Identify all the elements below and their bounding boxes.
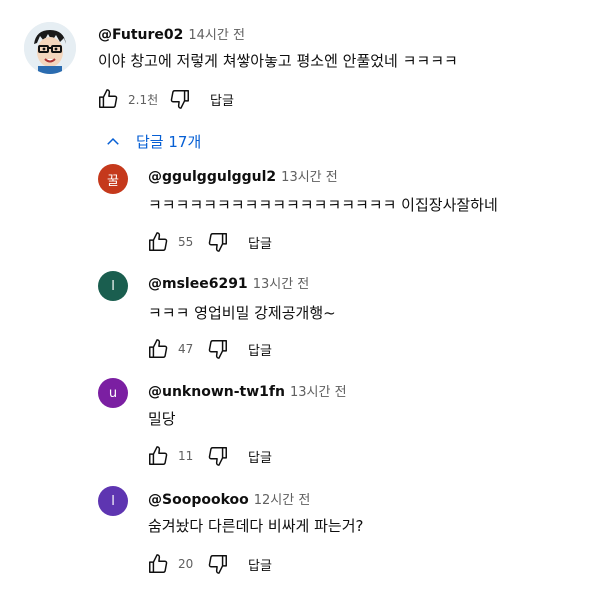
replies-toggle-label: 답글 17개 <box>136 133 202 151</box>
reply-text: ㅋㅋㅋ 영업비밀 강제공개행~ <box>148 304 336 322</box>
cartoon-avatar-icon <box>24 22 76 74</box>
dislike-button[interactable] <box>206 337 230 361</box>
comment-actions: 2.1천 답글 <box>96 87 234 111</box>
like-count: 20 <box>178 557 194 571</box>
dislike-button[interactable] <box>206 552 230 576</box>
thumbs-down-icon <box>208 233 227 252</box>
reply-button[interactable]: 답글 <box>210 90 234 109</box>
like-button[interactable] <box>146 337 170 361</box>
avatar-letter: u <box>108 385 118 401</box>
reply-header: @Soopookoo 12시간 전 <box>148 489 310 508</box>
comment-time[interactable]: 14시간 전 <box>188 28 245 43</box>
avatar[interactable]: l <box>98 271 128 301</box>
reply-actions: 47 답글 <box>146 337 272 361</box>
avatar-letter: l <box>111 278 115 294</box>
like-count: 11 <box>178 449 194 463</box>
reply-button[interactable]: 답글 <box>248 555 272 574</box>
like-button[interactable] <box>146 230 170 254</box>
reply-text: 숨겨놨다 다른데다 비싸게 파는거? <box>148 517 364 535</box>
dislike-button[interactable] <box>168 87 192 111</box>
reply-actions: 11 답글 <box>146 444 272 468</box>
thumbs-down-icon <box>208 447 227 466</box>
avatar-letter: l <box>111 493 115 509</box>
reply-button[interactable]: 답글 <box>248 340 272 359</box>
comment-author[interactable]: @Future02 <box>98 27 183 43</box>
like-count: 55 <box>178 235 194 249</box>
thumbs-up-icon <box>149 446 168 465</box>
reply-author[interactable]: @ggulggulggul2 <box>148 169 276 185</box>
like-count: 2.1천 <box>128 92 159 107</box>
avatar-letter: 꿀 <box>107 173 119 189</box>
reply-author[interactable]: @Soopookoo <box>148 492 249 508</box>
thumbs-up-icon <box>149 339 168 358</box>
avatar[interactable]: u <box>98 378 128 408</box>
reply-time[interactable]: 13시간 전 <box>253 277 310 292</box>
reply-header: @unknown-tw1fn 13시간 전 <box>148 381 347 400</box>
dislike-button[interactable] <box>206 444 230 468</box>
reply-button[interactable]: 답글 <box>248 447 272 466</box>
thumbs-up-icon <box>149 232 168 251</box>
reply-button[interactable]: 답글 <box>248 233 272 252</box>
comment-header: @Future02 14시간 전 <box>98 24 245 43</box>
thumbs-up-icon <box>149 554 168 573</box>
dislike-button[interactable] <box>206 230 230 254</box>
reply-author[interactable]: @unknown-tw1fn <box>148 384 285 400</box>
reply-actions: 20 답글 <box>146 552 272 576</box>
avatar-main[interactable] <box>24 22 76 74</box>
avatar[interactable]: 꿀 <box>98 164 128 194</box>
thumbs-down-icon <box>208 340 227 359</box>
reply-time[interactable]: 13시간 전 <box>290 385 347 400</box>
reply-header: @mslee6291 13시간 전 <box>148 273 309 292</box>
reply-time[interactable]: 13시간 전 <box>281 170 338 185</box>
like-button[interactable] <box>146 444 170 468</box>
reply-author[interactable]: @mslee6291 <box>148 276 248 292</box>
thumbs-down-icon <box>208 555 227 574</box>
reply-header: @ggulggulggul2 13시간 전 <box>148 166 338 185</box>
reply-text: ㅋㅋㅋㅋㅋㅋㅋㅋㅋㅋㅋㅋㅋㅋㅋㅋㅋㅋ 이집장사잘하네 <box>148 196 498 214</box>
thumbs-down-icon <box>170 90 189 109</box>
chevron-up-icon <box>107 137 119 145</box>
thumbs-up-icon <box>99 89 118 108</box>
reply-text: 밀당 <box>148 410 176 428</box>
like-button[interactable] <box>146 552 170 576</box>
reply-time[interactable]: 12시간 전 <box>254 493 311 508</box>
like-button[interactable] <box>96 87 120 111</box>
like-count: 47 <box>178 342 194 356</box>
comment-text: 이야 창고에 저렇게 쳐쌓아놓고 평소엔 안풀었네 ㅋㅋㅋㅋ <box>98 52 458 70</box>
reply-actions: 55 답글 <box>146 230 272 254</box>
avatar[interactable]: l <box>98 486 128 516</box>
replies-toggle-button[interactable]: 답글 17개 <box>104 131 201 152</box>
